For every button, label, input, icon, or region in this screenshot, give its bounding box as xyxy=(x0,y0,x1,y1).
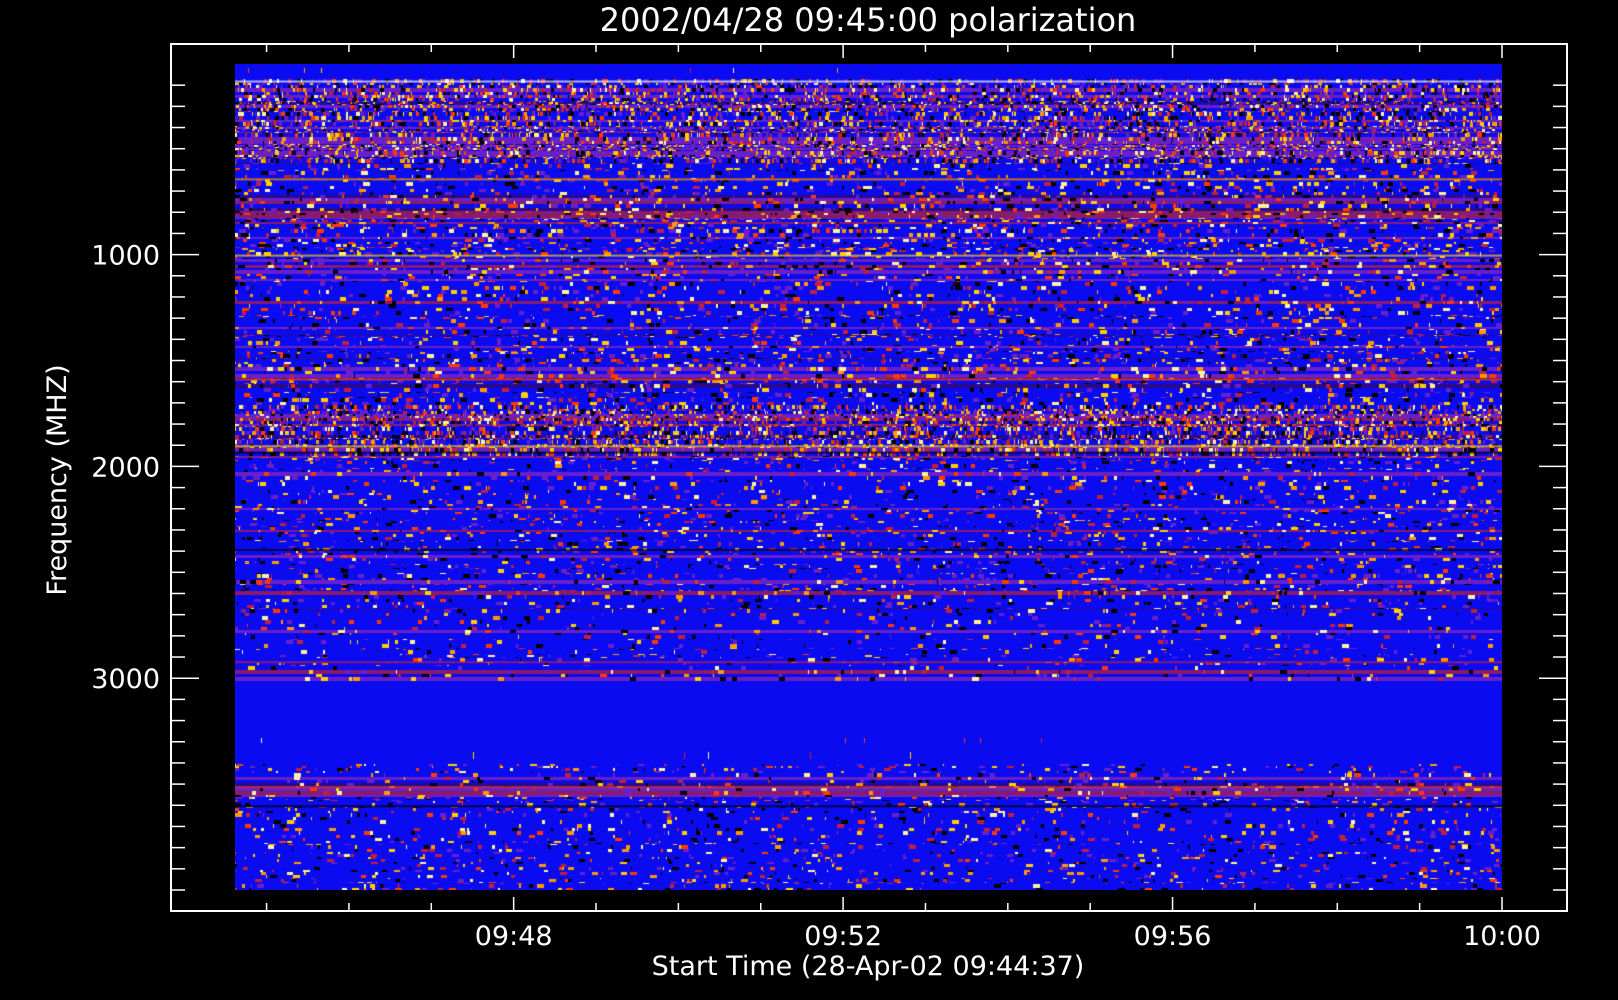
spectrogram-raster xyxy=(235,64,1502,890)
x-tick-label: 09:48 xyxy=(475,921,553,952)
y-tick-label: 2000 xyxy=(91,452,160,483)
y-tick-label: 1000 xyxy=(91,241,160,272)
chart-title: 2002/04/28 09:45:00 polarization xyxy=(600,1,1137,39)
x-tick-label: 09:52 xyxy=(804,921,882,952)
x-tick-label: 10:00 xyxy=(1463,921,1541,952)
spectrogram-image xyxy=(235,64,1502,890)
y-axis-label: Frequency (MHZ) xyxy=(42,364,73,595)
x-axis-label: Start Time (28-Apr-02 09:44:37) xyxy=(652,951,1085,982)
y-tick-label: 3000 xyxy=(91,664,160,695)
spectrogram-chart: 2002/04/28 09:45:00 polarization Start T… xyxy=(0,0,1618,1000)
x-tick-label: 09:56 xyxy=(1134,921,1212,952)
chart-svg: 2002/04/28 09:45:00 polarization Start T… xyxy=(42,1,1568,982)
